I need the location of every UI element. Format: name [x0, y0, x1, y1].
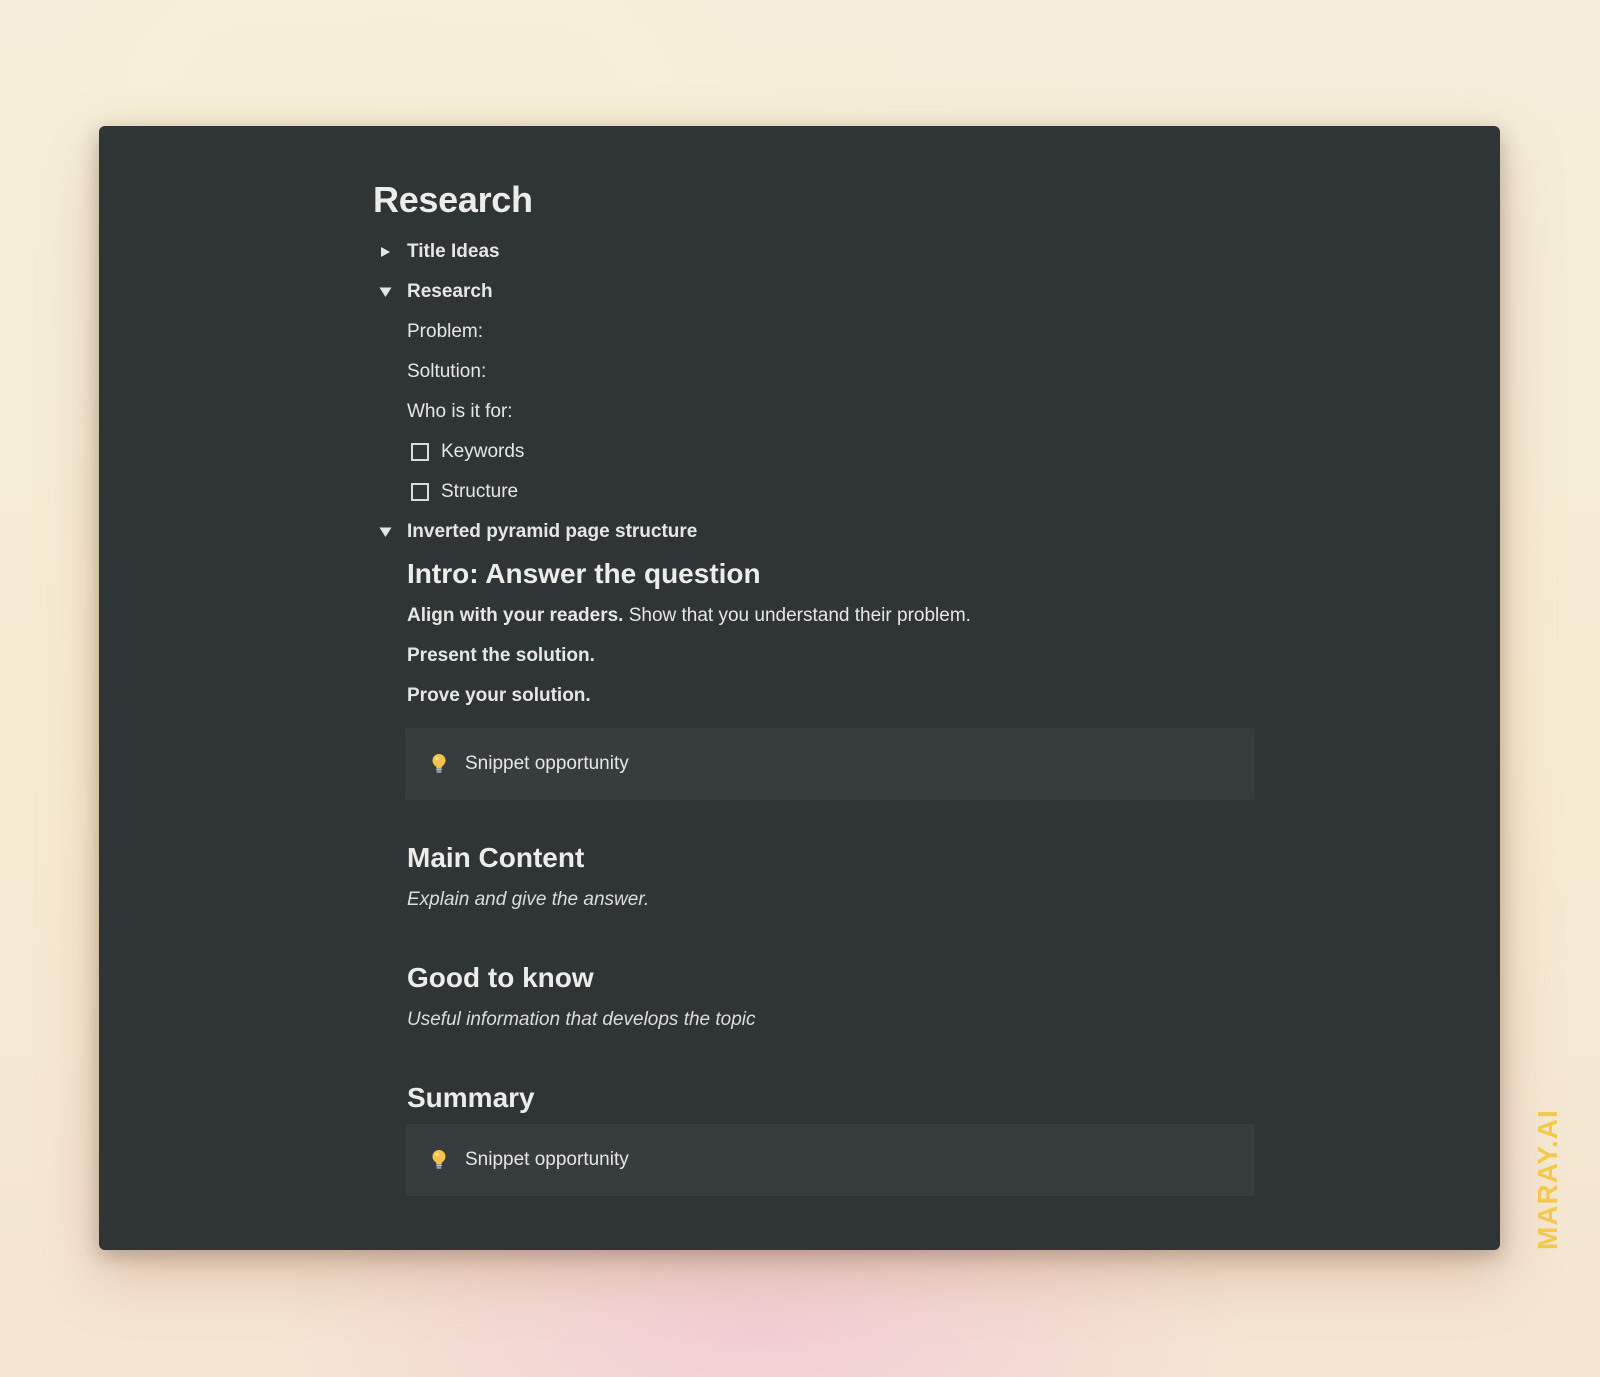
text-present-solution[interactable]: Present the solution. — [373, 636, 1253, 676]
toggle-research[interactable]: Research — [373, 272, 1253, 312]
text-regular: Show that you understand their problem. — [623, 605, 971, 626]
callout-snippet-summary[interactable]: Snippet opportunity — [405, 1124, 1255, 1196]
text-solution[interactable]: Soltution: — [373, 352, 1253, 392]
page-title[interactable]: Research — [373, 178, 1253, 222]
heading-main-content[interactable]: Main Content — [373, 840, 1253, 876]
lightbulb-icon — [427, 1149, 451, 1171]
watermark-logo: MARAY.AI — [1532, 1109, 1563, 1250]
checkbox[interactable] — [411, 483, 429, 501]
toggle-label: Research — [407, 281, 493, 302]
callout-text: Snippet opportunity — [465, 753, 629, 774]
text-who-is-it-for[interactable]: Who is it for: — [373, 392, 1253, 432]
toggle-label: Inverted pyramid page structure — [407, 521, 698, 542]
toggle-title-ideas[interactable]: Title Ideas — [373, 232, 1253, 272]
page-content: Research Title Ideas Research Problem: S… — [373, 178, 1255, 1196]
toggle-inverted-pyramid[interactable]: Inverted pyramid page structure — [373, 512, 1253, 552]
todo-structure[interactable]: Structure — [373, 472, 1253, 512]
heading-good-to-know[interactable]: Good to know — [373, 960, 1253, 996]
text-problem[interactable]: Problem: — [373, 312, 1253, 352]
heading-summary[interactable]: Summary — [373, 1080, 1253, 1116]
triangle-right-icon[interactable] — [373, 246, 407, 258]
text-main-content[interactable]: Explain and give the answer. — [373, 880, 1253, 920]
triangle-down-icon[interactable] — [373, 526, 407, 538]
text-prove-solution[interactable]: Prove your solution. — [373, 676, 1253, 716]
callout-text: Snippet opportunity — [465, 1149, 629, 1170]
text-good-to-know[interactable]: Useful information that develops the top… — [373, 1000, 1253, 1040]
toggle-label: Title Ideas — [407, 241, 500, 262]
callout-snippet-intro[interactable]: Snippet opportunity — [405, 728, 1255, 800]
lightbulb-icon — [427, 753, 451, 775]
text-bold: Align with your readers. — [407, 605, 624, 626]
text-align-readers[interactable]: Align with your readers. Show that you u… — [373, 596, 1253, 636]
todo-label: Structure — [441, 481, 519, 502]
checkbox[interactable] — [411, 443, 429, 461]
triangle-down-icon[interactable] — [373, 286, 407, 298]
todo-label: Keywords — [441, 441, 525, 462]
heading-intro[interactable]: Intro: Answer the question — [373, 556, 1253, 592]
todo-keywords[interactable]: Keywords — [373, 432, 1253, 472]
editor-window: Research Title Ideas Research Problem: S… — [99, 126, 1500, 1250]
